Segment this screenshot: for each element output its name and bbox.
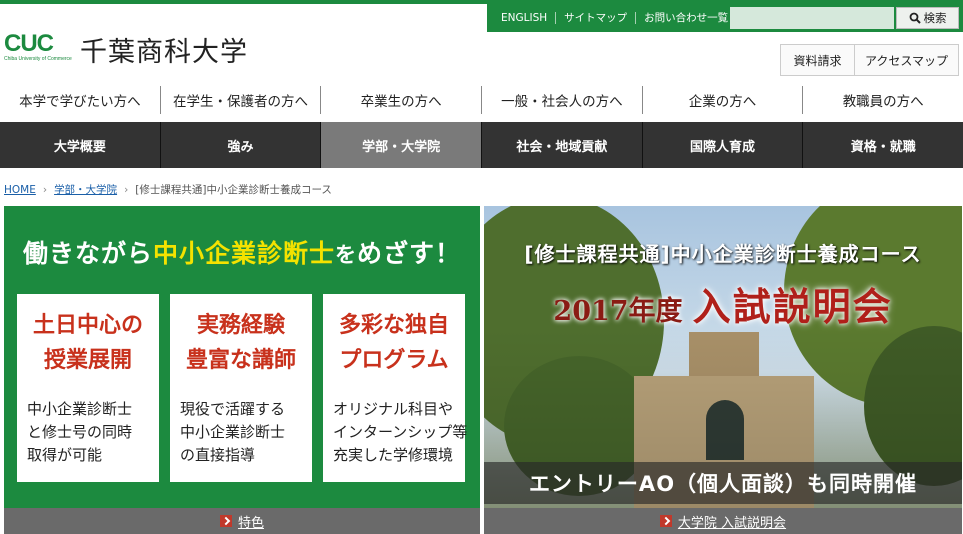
- cuc-logo-mark: CUC Chiba University of Commerce: [4, 29, 74, 68]
- headline-post: めざす！: [357, 239, 462, 268]
- search-button[interactable]: 検索: [896, 7, 959, 29]
- event-subtitle: エントリーAO（個人面談）も同時開催: [484, 462, 962, 504]
- nav-about[interactable]: 大学概要: [0, 122, 160, 168]
- nav-community[interactable]: 社会・地域貢献: [481, 122, 642, 168]
- features-link[interactable]: 特色: [4, 508, 480, 534]
- feature-banner[interactable]: 働きながら中小企業診断士をめざす！ 土日中心の 授業展開 中小企業診断士 と修士…: [4, 206, 480, 508]
- audience-companies[interactable]: 企業の方へ: [641, 86, 803, 114]
- access-map-button[interactable]: アクセスマップ: [855, 44, 959, 76]
- breadcrumb: HOME › 学部・大学院 › [修士課程共通]中小企業診断士養成コース: [4, 182, 332, 197]
- breadcrumb-separator-icon: ›: [42, 183, 48, 196]
- headline-highlight: 中小企業診断士: [152, 239, 335, 268]
- feature-card: 土日中心の 授業展開 中小企業診断士 と修士号の同時 取得が可能: [17, 294, 159, 482]
- nav-faculties[interactable]: 学部・大学院: [320, 122, 482, 168]
- audience-nav: 本学で学びたい方へ 在学生・保護者の方へ 卒業生の方へ 一般・社会人の方へ 企業…: [0, 86, 963, 114]
- english-link[interactable]: ENGLISH: [487, 12, 557, 24]
- utility-bar: ENGLISH サイトマップ お問い合わせ一覧 検索: [487, 4, 963, 32]
- nav-strengths[interactable]: 強み: [159, 122, 321, 168]
- feature-card: 実務経験 豊富な講師 現役で活躍する 中小企業診断士 の直接指導: [170, 294, 312, 482]
- sitemap-link[interactable]: サイトマップ: [556, 12, 637, 24]
- logo-text: CUC: [4, 29, 54, 57]
- breadcrumb-home[interactable]: HOME: [4, 184, 36, 196]
- header-buttons: 資料請求 アクセスマップ: [780, 44, 959, 76]
- audience-prospective[interactable]: 本学で学びたい方へ: [0, 86, 160, 114]
- search-input[interactable]: [730, 7, 894, 29]
- event-year: 2017年度: [553, 296, 683, 327]
- audience-alumni[interactable]: 卒業生の方へ: [320, 86, 481, 114]
- event-name: 入試説明会: [692, 284, 893, 329]
- main-nav: 大学概要 強み 学部・大学院 社会・地域貢献 国際人育成 資格・就職: [0, 122, 963, 168]
- card-body: 現役で活躍する 中小企業診断士 の直接指導: [180, 400, 286, 464]
- card-body: 中小企業診断士 と修士号の同時 取得が可能: [27, 400, 133, 464]
- grad-info-session-label: 大学院 入試説明会: [677, 515, 787, 531]
- card-title: 土日中心の 授業展開: [32, 313, 143, 373]
- card-body: オリジナル科目や インターンシップ等 充実した学修環境: [333, 400, 468, 464]
- brochure-button[interactable]: 資料請求: [780, 44, 855, 76]
- search-button-label: 検索: [923, 11, 947, 25]
- event-banner[interactable]: [修士課程共通]中小企業診断士養成コース 2017年度 入試説明会 エントリーAO…: [484, 206, 962, 508]
- nav-international[interactable]: 国際人育成: [641, 122, 803, 168]
- chevron-right-icon: [659, 515, 672, 527]
- university-name: 千葉商科大学: [80, 37, 248, 68]
- nav-careers[interactable]: 資格・就職: [802, 122, 963, 168]
- logo-subtext: Chiba University of Commerce: [4, 55, 72, 62]
- audience-staff[interactable]: 教職員の方へ: [802, 86, 963, 114]
- audience-students[interactable]: 在学生・保護者の方へ: [159, 86, 321, 114]
- site-logo[interactable]: CUC Chiba University of Commerce 千葉商科大学: [4, 30, 248, 69]
- breadcrumb-current: [修士課程共通]中小企業診断士養成コース: [135, 184, 332, 196]
- headline-pre: 働きながら: [22, 239, 153, 268]
- feature-headline: 働きながら中小企業診断士をめざす！: [4, 234, 480, 270]
- audience-public[interactable]: 一般・社会人の方へ: [481, 86, 642, 114]
- headline-small: を: [335, 243, 357, 267]
- card-title: 実務経験 豊富な講師: [185, 313, 296, 373]
- card-title: 多彩な独自 プログラム: [338, 313, 449, 373]
- feature-card: 多彩な独自 プログラム オリジナル科目や インターンシップ等 充実した学修環境: [323, 294, 468, 482]
- event-title: [修士課程共通]中小企業診断士養成コース: [524, 242, 922, 266]
- search-icon: [909, 12, 921, 24]
- breadcrumb-separator-icon: ›: [124, 183, 129, 196]
- features-link-label: 特色: [237, 515, 264, 531]
- breadcrumb-parent[interactable]: 学部・大学院: [54, 182, 117, 197]
- chevron-right-icon: [219, 515, 232, 527]
- contact-link[interactable]: お問い合わせ一覧: [636, 12, 736, 24]
- grad-info-session-link[interactable]: 大学院 入試説明会: [484, 508, 962, 534]
- event-heading: 2017年度 入試説明会: [484, 276, 962, 331]
